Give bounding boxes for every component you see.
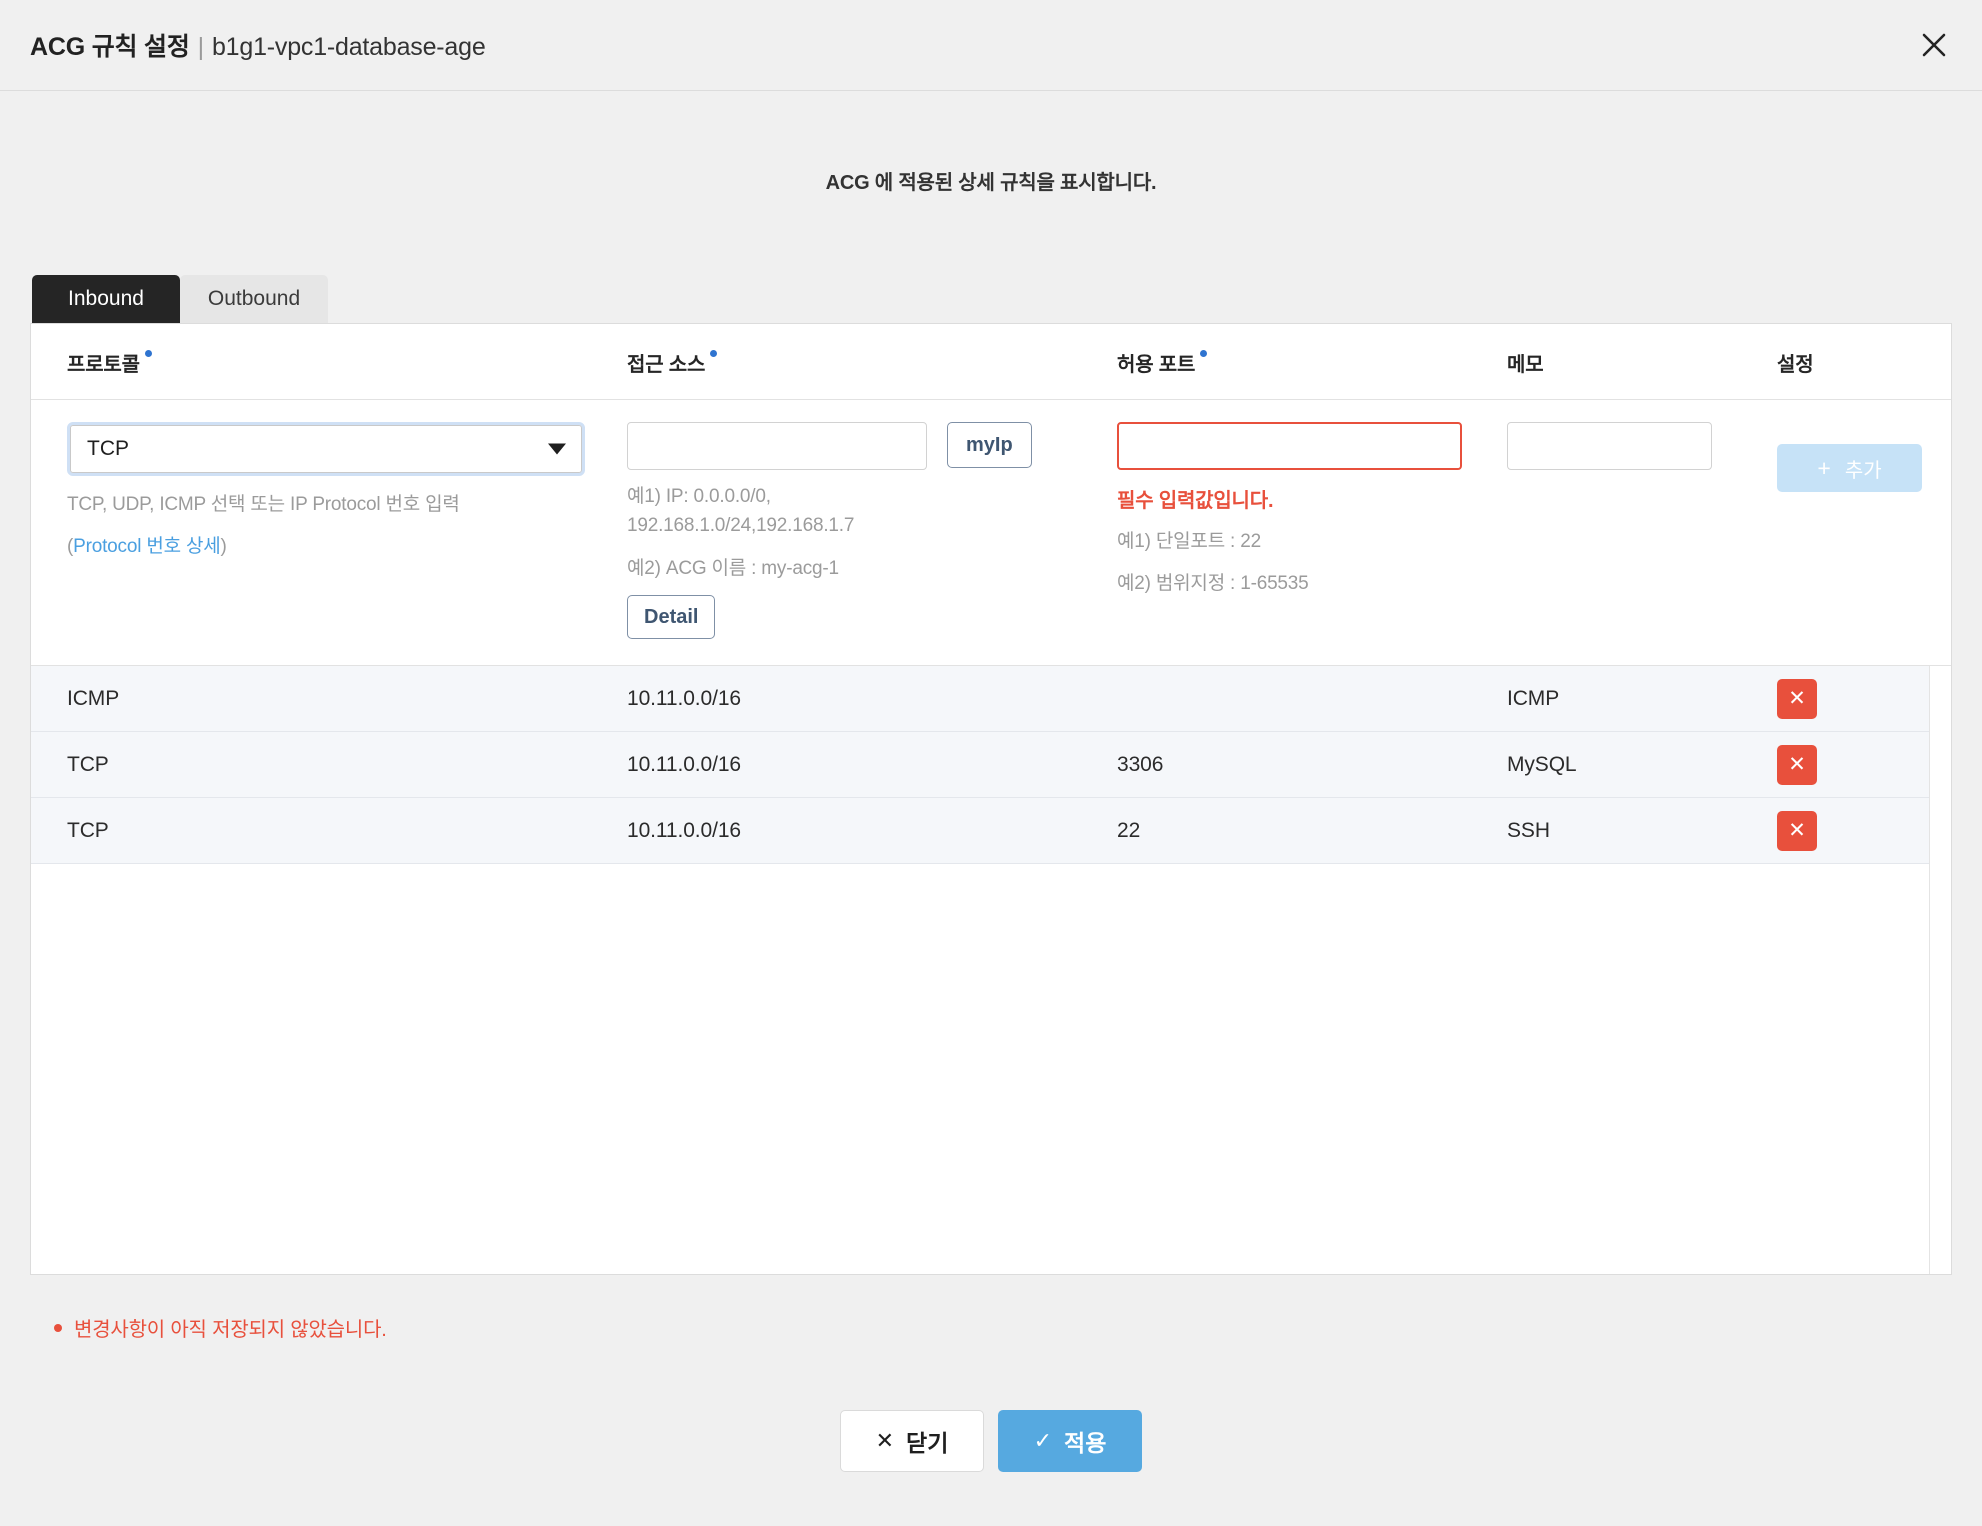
unsaved-changes-text: 변경사항이 아직 저장되지 않았습니다. [74,1319,387,1341]
protocol-hint-line1: TCP, UDP, ICMP 선택 또는 IP Protocol 번호 입력 [67,494,460,515]
cell-port: 3306 [1117,752,1164,776]
close-icon: ✕ [1788,753,1806,777]
close-icon: ✕ [1788,687,1806,711]
table-row[interactable]: ICMP 10.11.0.0/16 ICMP ✕ [31,666,1929,733]
rules-table-body: ICMP 10.11.0.0/16 ICMP ✕ TCP 10.11.0.0/1… [31,666,1951,1274]
close-icon: ✕ [875,1428,895,1453]
check-icon: ✓ [1033,1428,1053,1453]
page-title-sub: b1g1-vpc1-database-age [211,33,486,61]
cell-port: 22 [1117,818,1141,842]
dialog-footer-actions: ✕ 닫기 ✓ 적용 [30,1410,1952,1472]
column-header-memo-label: 메모 [1507,354,1544,376]
cell-protocol: TCP [67,752,109,776]
port-error-message: 필수 입력값입니다. [1117,490,1274,512]
protocol-hint-suffix: ) [220,536,227,558]
table-header-row: 프로토콜 접근 소스 허용 포트 메모 설정 [31,324,1951,400]
source-cell: myIp 예1) IP: 0.0.0.0/0, 192.168.1.0/24,1… [591,400,1081,640]
cell-source: 10.11.0.0/16 [627,752,742,776]
protocol-detail-link[interactable]: Protocol 번호 상세 [73,536,221,557]
delete-rule-button[interactable]: ✕ [1777,810,1817,851]
column-header-port-label: 허용 포트 [1117,354,1196,376]
memo-cell [1471,400,1741,639]
source-hint-line1: 예1) IP: 0.0.0.0/0, [627,486,771,507]
column-header-protocol: 프로토콜 [31,324,591,399]
dialog-body: ACG 에 적용된 상세 규칙을 표시합니다. Inbound Outbound… [0,91,1982,1472]
cell-protocol: TCP [67,818,109,842]
close-icon [1921,32,1947,58]
cell-protocol: ICMP [67,686,120,710]
tab-outbound[interactable]: Outbound [180,275,328,323]
direction-tabs: Inbound Outbound [30,275,1952,323]
add-cell: + 추가 [1741,400,1951,639]
add-rule-button[interactable]: + 추가 [1777,444,1922,492]
unsaved-changes-notice: 변경사항이 아직 저장되지 않았습니다. [30,1313,1952,1342]
cell-settings: ✕ [1741,810,1929,851]
source-detail-button[interactable]: Detail [627,595,716,640]
new-rule-entry-row: TCP TCP, UDP, ICMP 선택 또는 IP Protocol 번호 … [31,400,1951,667]
tab-inbound[interactable]: Inbound [32,275,180,323]
myip-button[interactable]: myIp [947,422,1032,468]
source-hint-line2: 192.168.1.0/24,192.168.1.7 [627,515,855,537]
column-header-protocol-label: 프로토콜 [67,354,140,376]
close-dialog-button[interactable] [1912,23,1956,67]
port-hint-line2: 예2) 범위지정 : 1-65535 [1117,573,1309,595]
protocol-select[interactable]: TCP [67,422,585,476]
port-cell: 필수 입력값입니다. 예1) 단일포트 : 22 예2) 범위지정 : 1-65… [1081,400,1471,639]
delete-rule-button[interactable]: ✕ [1777,744,1817,785]
cell-settings: ✕ [1741,744,1929,785]
apply-button[interactable]: ✓ 적용 [998,1410,1142,1472]
table-row[interactable]: TCP 10.11.0.0/16 3306 MySQL ✕ [31,732,1929,799]
close-button-label: 닫기 [906,1430,949,1456]
cell-memo: ICMP [1507,686,1560,710]
page-title-separator: | [197,33,205,61]
delete-rule-button[interactable]: ✕ [1777,678,1817,719]
cell-source: 10.11.0.0/16 [627,686,742,710]
column-header-settings-label: 설정 [1777,354,1814,376]
column-header-memo: 메모 [1471,324,1741,399]
required-dot-icon [144,350,152,357]
table-row[interactable]: TCP 10.11.0.0/16 22 SSH ✕ [31,798,1929,865]
protocol-select-value[interactable]: TCP [70,425,582,473]
required-dot-icon [710,350,718,357]
protocol-cell: TCP TCP, UDP, ICMP 선택 또는 IP Protocol 번호 … [31,400,591,639]
memo-input[interactable] [1507,422,1712,470]
column-header-source: 접근 소스 [591,324,1081,399]
cell-memo: SSH [1507,818,1550,842]
port-input[interactable] [1117,422,1462,470]
apply-button-label: 적용 [1064,1430,1107,1456]
plus-icon: + [1817,454,1831,481]
column-header-settings: 설정 [1741,324,1951,399]
port-hint-line1: 예1) 단일포트 : 22 [1117,531,1261,552]
protocol-hint-line2: (Protocol 번호 상세) [67,532,591,561]
cell-settings: ✕ [1741,678,1929,719]
close-button[interactable]: ✕ 닫기 [840,1410,984,1472]
add-rule-label: 추가 [1844,459,1882,482]
cell-source: 10.11.0.0/16 [627,818,742,842]
table-scrollbar[interactable] [1929,666,1951,1274]
required-dot-icon [1200,350,1208,357]
cell-memo: MySQL [1507,752,1577,776]
page-title-main: ACG 규칙 설정 [30,33,190,61]
column-header-source-label: 접근 소스 [627,354,706,376]
bullet-icon [54,1323,62,1332]
source-input[interactable] [627,422,927,470]
column-header-port: 허용 포트 [1081,324,1471,399]
close-icon: ✕ [1788,819,1806,843]
dialog-header: ACG 규칙 설정 | b1g1-vpc1-database-age [0,0,1982,91]
rules-table: 프로토콜 접근 소스 허용 포트 메모 설정 TCP TCP, UDP, ICM… [30,323,1952,1275]
dialog-subtitle: ACG 에 적용된 상세 규칙을 표시합니다. [825,172,1157,194]
page-title: ACG 규칙 설정 | b1g1-vpc1-database-age [30,27,486,63]
source-hint-line3: 예2) ACG 이름 : my-acg-1 [627,557,839,579]
